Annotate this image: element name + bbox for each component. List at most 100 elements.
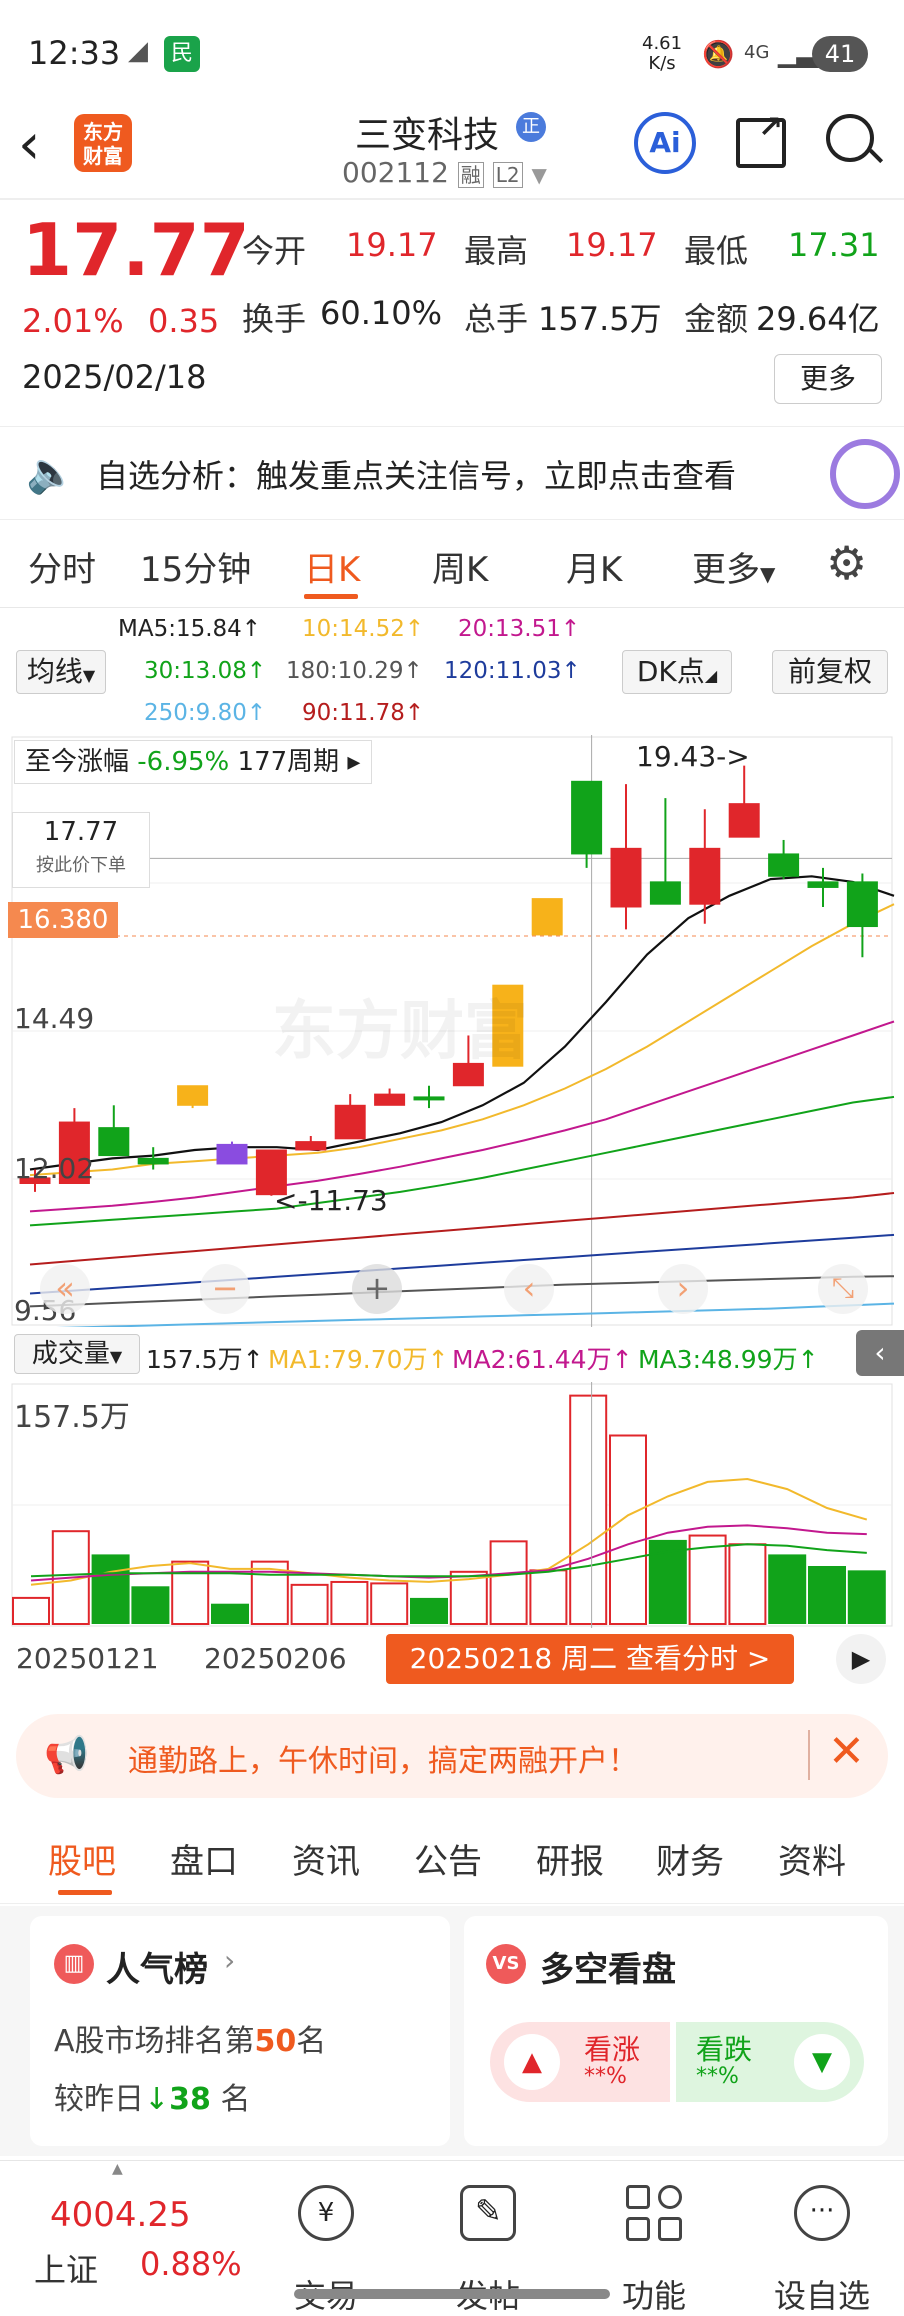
index-name: 上证 — [34, 2251, 99, 2289]
volume-bar — [808, 1566, 846, 1624]
tab-profile[interactable]: 资料 — [778, 1834, 846, 1883]
amount-label: 金额 — [684, 300, 749, 338]
settings-gear-icon[interactable]: ⚙ — [826, 536, 867, 590]
floating-assistant-icon[interactable] — [830, 439, 900, 509]
bull-bear-card[interactable]: VS 多空看盘 ▲ 看涨 **% 看跌 **% ▼ — [464, 1916, 888, 2146]
promo-banner[interactable]: 📢 通勤路上，午休时间，搞定两融开户！ ✕ — [16, 1714, 888, 1798]
battery-level: 41 — [812, 36, 868, 72]
tab-guba[interactable]: 股吧 — [48, 1834, 116, 1883]
tab-intraday[interactable]: 分时 — [28, 542, 96, 591]
volume-value-label: 157.5万↑ — [146, 1345, 264, 1374]
zoom-out-icon[interactable]: − — [200, 1264, 250, 1314]
date-label-1: 20250121 — [16, 1642, 159, 1675]
high-value: 19.17 — [566, 226, 658, 264]
restore-rights-button[interactable]: 前复权 — [772, 650, 888, 694]
bullish-button[interactable]: ▲ 看涨 **% — [490, 2022, 670, 2102]
candle-body — [728, 803, 760, 838]
open-label: 今开 — [242, 232, 307, 270]
search-icon[interactable] — [826, 114, 884, 164]
play-icon[interactable]: ▶ — [836, 1634, 886, 1684]
nav-add-watchlist[interactable]: ··· 设自选 — [762, 2161, 882, 2316]
order-at-price-label: 按此价下单 — [36, 855, 126, 876]
vol-ma3-label: MA3:48.99万↑ — [638, 1345, 819, 1374]
volume-bar — [768, 1554, 807, 1624]
volume-selector[interactable]: 成交量▼ — [14, 1334, 140, 1374]
grid-icon — [626, 2185, 682, 2241]
edit-icon: ✎ — [460, 2185, 516, 2241]
tab-order-book[interactable]: 盘口 — [170, 1834, 238, 1883]
ma-selector[interactable]: 均线▼ — [16, 650, 106, 694]
dk-point-button[interactable]: DK点◢ — [622, 650, 732, 694]
expand-caret-icon: ▲ — [112, 2161, 123, 2177]
notice-text: 自选分析：触发重点关注信号，立即点击查看 — [96, 457, 737, 495]
quote-date: 2025/02/18 — [22, 358, 207, 396]
margin-tag: 融 — [457, 162, 484, 188]
volume-bar — [847, 1570, 886, 1624]
info-cards: ▥ 人气榜 › A股市场排名第50名 较昨日↓38 名 VS 多空看盘 ▲ 看涨… — [0, 1906, 904, 2156]
candle-body — [413, 1096, 445, 1101]
ma250-line — [56, 1302, 895, 1327]
change-amount: 0.35 — [148, 302, 220, 340]
tab-15min[interactable]: 15分钟 — [140, 542, 251, 591]
candle-body — [610, 847, 642, 908]
tab-weekly[interactable]: 周K — [432, 542, 488, 591]
volume-bar — [211, 1603, 249, 1624]
mute-icon: 🔕 — [702, 40, 735, 70]
ai-assistant-button[interactable]: Ai — [634, 112, 696, 174]
more-button[interactable]: 更多 — [774, 354, 882, 404]
trade-icon: ¥ — [298, 2185, 354, 2241]
official-badge: 正 — [516, 112, 546, 142]
tab-announcements[interactable]: 公告 — [414, 1834, 482, 1883]
tab-research[interactable]: 研报 — [536, 1834, 604, 1883]
fast-back-icon[interactable]: « — [40, 1264, 90, 1314]
tab-finance[interactable]: 财务 — [656, 1834, 724, 1883]
zoom-in-icon[interactable]: + — [352, 1264, 402, 1314]
signal-app-icon: ◢ — [128, 36, 148, 66]
bearish-button[interactable]: 看跌 **% ▼ — [676, 2022, 864, 2102]
ma10-label: 10:14.52↑ — [302, 616, 425, 642]
collapse-icon[interactable]: ‹ — [856, 1330, 904, 1376]
scroll-right-icon[interactable]: › — [658, 1264, 708, 1314]
high-marker: 19.43-> — [636, 740, 750, 773]
candle-body — [216, 1143, 248, 1165]
popularity-card[interactable]: ▥ 人气榜 › A股市场排名第50名 较昨日↓38 名 — [30, 1916, 450, 2146]
order-at-price-box[interactable]: 17.77 按此价下单 — [12, 812, 150, 888]
tab-monthly[interactable]: 月K — [566, 542, 622, 591]
scroll-left-icon[interactable]: ‹ — [504, 1264, 554, 1314]
index-value: 4004.25 — [50, 2195, 191, 2235]
back-icon[interactable]: ‹ — [18, 112, 40, 177]
low-label: 最低 — [684, 232, 749, 270]
turnover-value: 60.10% — [320, 294, 443, 332]
view-intraday-button[interactable]: 20250218 周二 查看分时 > — [386, 1634, 794, 1684]
status-bar: 12:33 ◢ 民 4.61K/s 🔕 4G ▁▃▅▇ 41 — [0, 0, 904, 100]
tab-more[interactable]: 更多▼ — [692, 542, 775, 591]
period-tabs: 分时 15分钟 日K 周K 月K 更多▼ ⚙ — [0, 522, 904, 608]
index-ticker[interactable]: 4004.25 上证 0.88% — [30, 2173, 250, 2303]
high-label: 最高 — [464, 232, 529, 270]
tab-news[interactable]: 资讯 — [292, 1834, 360, 1883]
vol-ma2-label: MA2:61.44万↑ — [452, 1345, 633, 1374]
bottom-nav: 4004.25 上证 0.88% ¥ 交易 ✎ 发帖 功能 ··· 设自选 ▲ — [0, 2160, 904, 2316]
level2-tag: L2 — [492, 162, 523, 188]
stock-code: 002112 — [342, 156, 449, 189]
candle-body — [137, 1157, 169, 1165]
candle-body — [649, 881, 681, 905]
analysis-notice[interactable]: 🔈 自选分析：触发重点关注信号，立即点击查看 — [0, 426, 904, 520]
fullscreen-icon[interactable]: ⤡ — [818, 1264, 868, 1314]
close-icon[interactable]: ✕ — [828, 1726, 865, 1777]
volume-label: 总手 — [464, 300, 529, 338]
share-icon[interactable]: ↗ — [736, 110, 786, 168]
period-change-box[interactable]: 至今涨幅 -6.95% 177周期 ▸ — [14, 740, 372, 784]
network-type: 4G — [744, 42, 770, 63]
stock-code-row[interactable]: 002112 融 L2 ▼ — [342, 156, 547, 189]
tab-daily[interactable]: 日K — [304, 542, 360, 591]
candle-body — [374, 1093, 406, 1106]
nav-functions[interactable]: 功能 — [594, 2161, 714, 2316]
turnover-label: 换手 — [242, 300, 307, 338]
volume-bar — [489, 1540, 528, 1626]
chevron-right-icon: › — [224, 1944, 236, 1977]
app-logo[interactable]: 东方财富 — [74, 114, 132, 172]
section-tabs: 股吧 盘口 资讯 公告 研报 财务 资料 — [0, 1808, 904, 1904]
candle-body — [98, 1127, 130, 1157]
volume-chart[interactable] — [0, 1382, 904, 1628]
